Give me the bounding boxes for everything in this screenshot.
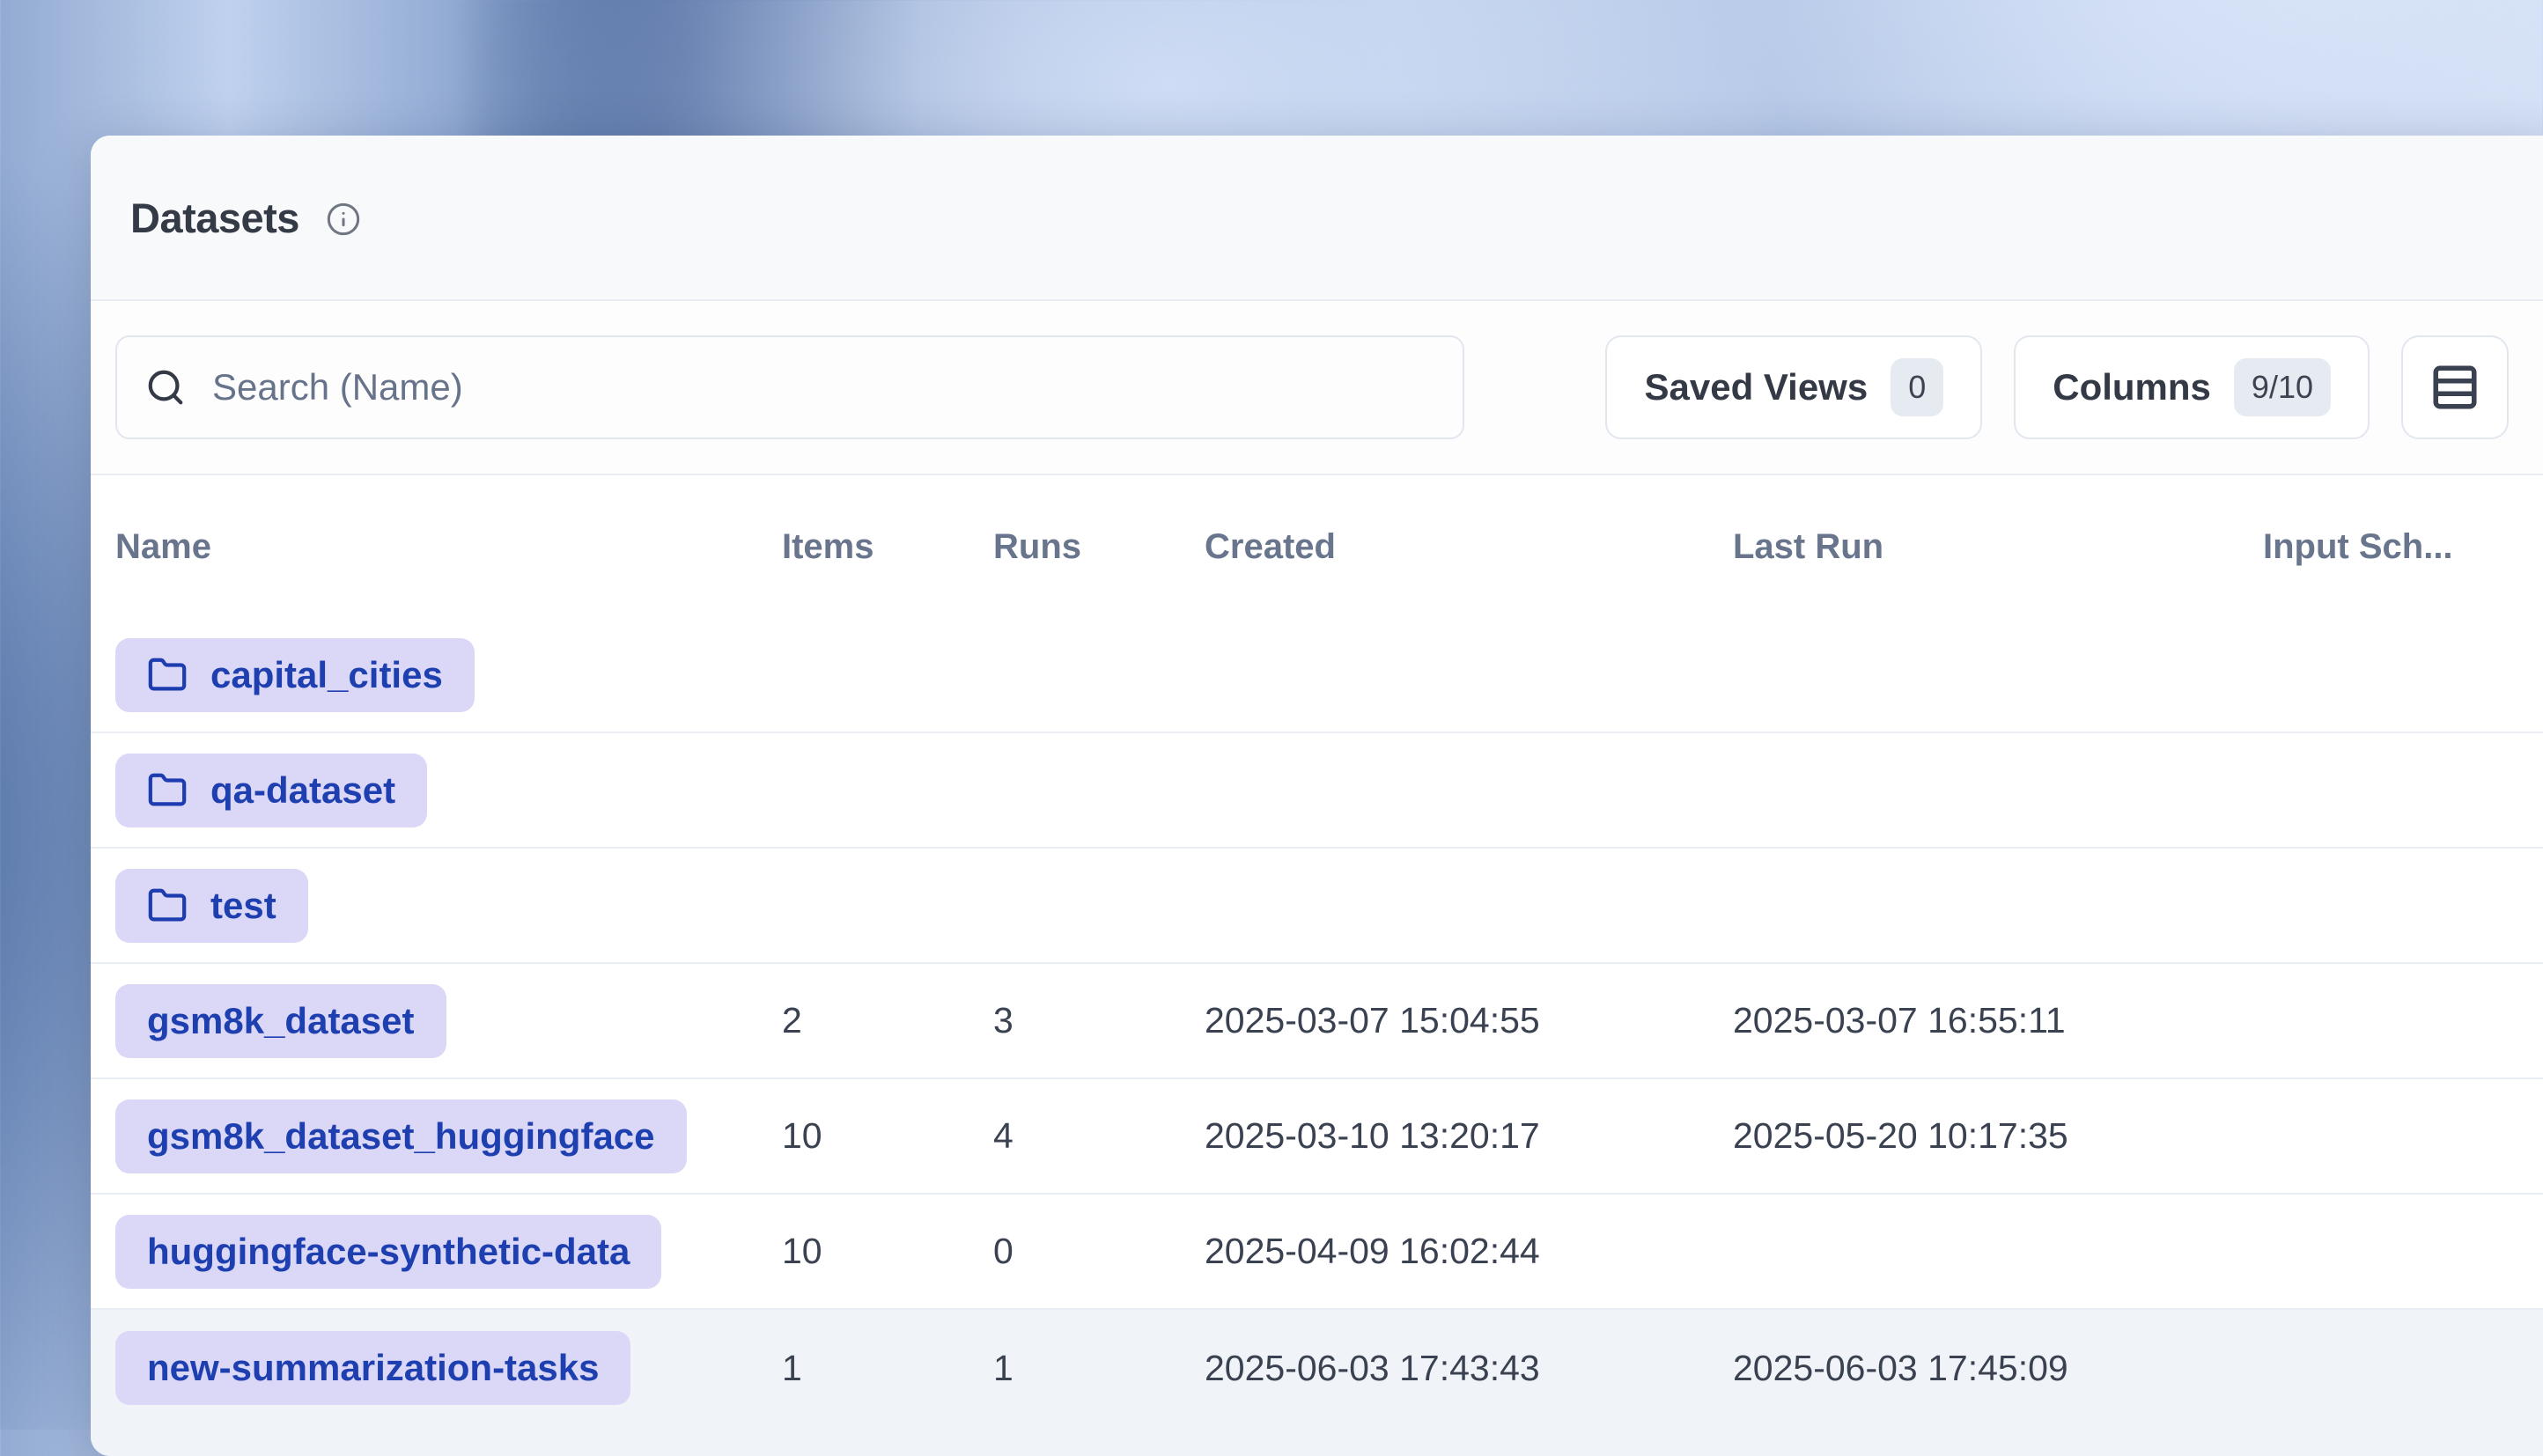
folder-icon: [147, 770, 188, 811]
items-cell: 2: [782, 1000, 993, 1041]
created-cell: 2025-03-07 15:04:55: [1205, 1000, 1733, 1041]
page-title: Datasets: [130, 194, 299, 242]
folder-name-badge[interactable]: qa-dataset: [115, 754, 427, 827]
folder-name-badge[interactable]: capital_cities: [115, 638, 475, 712]
toolbar: Saved Views 0 Columns 9/10: [91, 301, 2543, 475]
columns-button[interactable]: Columns 9/10: [2014, 335, 2370, 439]
row-height-button[interactable]: [2401, 335, 2509, 439]
saved-views-count: 0: [1891, 358, 1943, 416]
folder-name-badge[interactable]: test: [115, 869, 308, 943]
name-label: gsm8k_dataset: [147, 1000, 415, 1042]
columns-label: Columns: [2053, 366, 2211, 408]
name-label: qa-dataset: [210, 769, 395, 812]
table-row[interactable]: gsm8k_dataset_huggingface 1042025-03-10 1…: [91, 1079, 2543, 1195]
page-header: Datasets: [91, 136, 2543, 301]
name-cell: gsm8k_dataset_huggingface: [115, 1099, 782, 1173]
column-header-input-schema: Input Sch...: [2263, 527, 2543, 567]
search-icon: [145, 367, 186, 408]
items-cell: 1: [782, 1348, 993, 1389]
table-row[interactable]: qa-dataset: [91, 733, 2543, 849]
runs-cell: 1: [993, 1348, 1205, 1389]
name-label: new-summarization-tasks: [147, 1347, 599, 1389]
name-cell: capital_cities: [115, 638, 782, 712]
saved-views-label: Saved Views: [1644, 366, 1868, 408]
column-header-runs: Runs: [993, 527, 1205, 567]
table-row[interactable]: huggingface-synthetic-data 1002025-04-09 …: [91, 1195, 2543, 1310]
table-row[interactable]: gsm8k_dataset 232025-03-07 15:04:552025-0…: [91, 964, 2543, 1079]
column-header-last-run: Last Run: [1733, 527, 2263, 567]
dataset-name-badge[interactable]: new-summarization-tasks: [115, 1331, 630, 1405]
table-rows-icon: [2429, 362, 2480, 413]
name-cell: huggingface-synthetic-data: [115, 1215, 782, 1289]
items-cell: 10: [782, 1115, 993, 1157]
name-label: huggingface-synthetic-data: [147, 1231, 630, 1273]
last-run-cell: 2025-03-07 16:55:11: [1733, 1000, 2263, 1041]
table-body: capital_cities qa-dataset test gsm8k_datase…: [91, 618, 2543, 1456]
column-header-created: Created: [1205, 527, 1733, 567]
dataset-name-badge[interactable]: gsm8k_dataset_huggingface: [115, 1099, 687, 1173]
info-icon[interactable]: [326, 202, 361, 237]
table-header-row: Name Items Runs Created Last Run Input S…: [91, 475, 2543, 618]
column-header-name: Name: [115, 527, 782, 567]
dataset-name-badge[interactable]: gsm8k_dataset: [115, 984, 446, 1058]
name-label: gsm8k_dataset_huggingface: [147, 1115, 655, 1158]
created-cell: 2025-04-09 16:02:44: [1205, 1231, 1733, 1272]
created-cell: 2025-03-10 13:20:17: [1205, 1115, 1733, 1157]
saved-views-button[interactable]: Saved Views 0: [1605, 335, 1982, 439]
items-cell: 10: [782, 1231, 993, 1272]
name-cell: gsm8k_dataset: [115, 984, 782, 1058]
created-cell: 2025-06-03 17:43:43: [1205, 1348, 1733, 1389]
folder-icon: [147, 655, 188, 695]
runs-cell: 3: [993, 1000, 1205, 1041]
runs-cell: 0: [993, 1231, 1205, 1272]
folder-icon: [147, 886, 188, 926]
name-cell: test: [115, 869, 782, 943]
search-input[interactable]: [212, 366, 1434, 408]
name-cell: qa-dataset: [115, 754, 782, 827]
runs-cell: 4: [993, 1115, 1205, 1157]
last-run-cell: 2025-05-20 10:17:35: [1733, 1115, 2263, 1157]
columns-count: 9/10: [2234, 358, 2331, 416]
table-row[interactable]: test: [91, 849, 2543, 964]
name-cell: new-summarization-tasks: [115, 1331, 782, 1405]
dataset-name-badge[interactable]: huggingface-synthetic-data: [115, 1215, 661, 1289]
search-box[interactable]: [115, 335, 1464, 439]
datasets-panel: Datasets Saved Views 0 Columns 9/10: [91, 136, 2543, 1456]
name-label: capital_cities: [210, 654, 443, 696]
name-label: test: [210, 885, 276, 927]
table-row[interactable]: new-summarization-tasks112025-06-03 17:4…: [91, 1310, 2543, 1456]
last-run-cell: 2025-06-03 17:45:09: [1733, 1348, 2263, 1389]
column-header-items: Items: [782, 527, 993, 567]
table-row[interactable]: capital_cities: [91, 618, 2543, 733]
